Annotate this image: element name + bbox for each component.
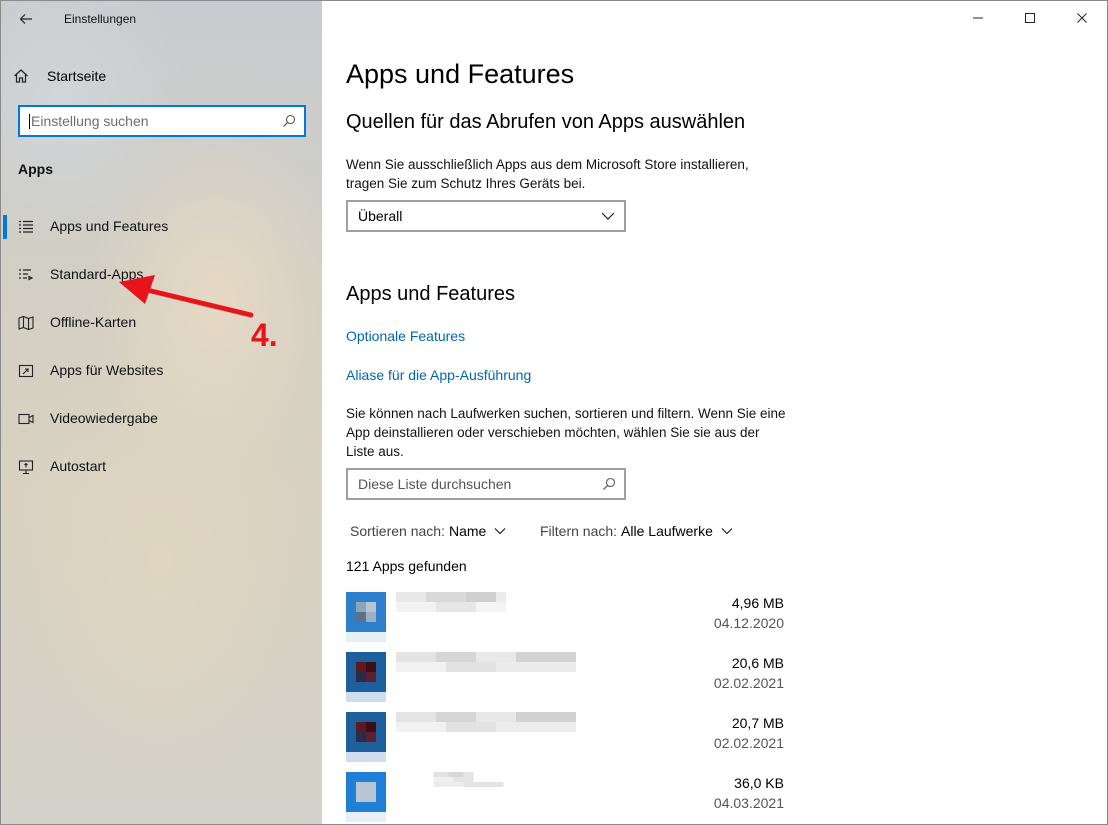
sidebar-item-label: Offline-Karten	[50, 314, 137, 330]
app-list-item[interactable]: 20,6 MB 02.02.2021	[346, 652, 786, 712]
app-list-item[interactable]: 36,0 KB 04.03.2021	[346, 772, 786, 824]
text-caret	[29, 114, 30, 129]
sidebar-item-apps-for-websites[interactable]: Apps für Websites	[1, 347, 322, 395]
apps-features-icon	[19, 220, 33, 233]
apps-description-line3: Liste aus.	[346, 444, 404, 459]
app-list-search-placeholder: Diese Liste durchsuchen	[358, 476, 512, 492]
sidebar-item-label: Standard-Apps	[50, 266, 144, 282]
sort-label: Sortieren nach:	[350, 523, 445, 539]
default-apps-icon	[19, 269, 34, 281]
back-arrow-icon	[19, 14, 32, 24]
maximize-icon	[1025, 13, 1035, 23]
home-icon	[14, 69, 28, 83]
redacted-app-name	[396, 592, 506, 612]
filter-label: Filtern nach:	[540, 523, 618, 539]
home-label: Startseite	[47, 68, 107, 84]
back-button[interactable]	[13, 7, 39, 31]
maximize-button[interactable]	[1004, 1, 1056, 35]
settings-search-input[interactable]: Einstellung suchen	[18, 105, 306, 137]
window-title: Einstellungen	[64, 12, 137, 26]
redacted-app-name	[433, 772, 504, 787]
app-icon	[346, 712, 386, 762]
sidebar: Einstellungen Startseite Einstellung suc…	[1, 1, 322, 824]
close-icon	[1077, 13, 1087, 23]
redacted-app-name	[396, 652, 576, 672]
sidebar-item-label: Autostart	[50, 458, 107, 474]
title-bar: Einstellungen	[1, 1, 322, 37]
chevron-down-icon	[721, 528, 733, 535]
sidebar-item-default-apps[interactable]: Standard-Apps	[1, 251, 322, 299]
app-size: 4,96 MB	[731, 595, 784, 611]
app-install-date: 02.02.2021	[713, 675, 784, 691]
video-icon	[18, 413, 34, 425]
optional-features-link[interactable]: Optionale Features	[346, 328, 465, 344]
sidebar-section-title: Apps	[18, 161, 53, 177]
dropdown-value: Überall	[358, 208, 403, 224]
app-install-date: 04.03.2021	[713, 795, 784, 811]
sources-heading: Quellen für das Abrufen von Apps auswähl…	[346, 111, 746, 133]
redacted-app-name	[396, 712, 576, 732]
app-icon	[346, 772, 386, 822]
search-icon	[603, 477, 616, 490]
selection-indicator	[3, 215, 7, 239]
app-install-date: 04.12.2020	[713, 615, 784, 631]
settings-search-placeholder: Einstellung suchen	[31, 113, 149, 129]
sources-description-line1: Wenn Sie ausschließlich Apps aus dem Mic…	[346, 157, 749, 172]
chevron-down-icon	[494, 528, 506, 535]
startup-icon	[18, 460, 34, 475]
search-icon	[283, 114, 296, 127]
app-execution-alias-link[interactable]: Aliase für die App-Ausführung	[346, 367, 531, 383]
sidebar-item-apps-features[interactable]: Apps und Features	[1, 203, 322, 251]
sort-dropdown[interactable]: Sortieren nach: Name	[350, 523, 506, 539]
map-icon	[18, 315, 34, 331]
app-list-item[interactable]: 4,96 MB 04.12.2020	[346, 592, 786, 652]
sources-description-line2: tragen Sie zum Schutz Ihres Geräts bei.	[346, 176, 586, 191]
settings-window: Einstellungen Startseite Einstellung suc…	[0, 0, 1108, 825]
sidebar-item-video-playback[interactable]: Videowiedergabe	[1, 395, 322, 443]
filter-value: Alle Laufwerke	[621, 523, 713, 539]
sidebar-item-label: Videowiedergabe	[50, 410, 158, 426]
app-source-dropdown[interactable]: Überall	[346, 200, 626, 232]
minimize-icon	[973, 17, 983, 19]
sidebar-item-offline-maps[interactable]: Offline-Karten	[1, 299, 322, 347]
app-count: 121 Apps gefunden	[346, 558, 467, 574]
main-content: Apps und Features Quellen für das Abrufe…	[322, 1, 1107, 824]
app-size: 36,0 KB	[734, 775, 784, 791]
app-list-item[interactable]: 20,7 MB 02.02.2021	[346, 712, 786, 772]
sidebar-item-startup[interactable]: Autostart	[1, 443, 322, 491]
close-button[interactable]	[1056, 1, 1107, 35]
chevron-down-icon	[601, 212, 615, 220]
page-title: Apps und Features	[346, 59, 575, 89]
sort-value: Name	[448, 523, 487, 539]
apps-description-line1: Sie können nach Laufwerken suchen, sorti…	[346, 406, 786, 421]
app-size: 20,7 MB	[731, 715, 784, 731]
app-install-date: 02.02.2021	[713, 735, 784, 751]
home-nav-item[interactable]: Startseite	[13, 63, 106, 89]
app-icon	[346, 652, 386, 702]
window-controls	[952, 1, 1107, 35]
apps-features-heading: Apps und Features	[346, 283, 515, 305]
app-size: 20,6 MB	[731, 655, 784, 671]
app-list-search-input[interactable]: Diese Liste durchsuchen	[346, 468, 626, 500]
sidebar-item-label: Apps für Websites	[50, 362, 164, 378]
filter-dropdown[interactable]: Filtern nach: Alle Laufwerke	[540, 523, 733, 539]
sidebar-item-label: Apps und Features	[50, 218, 169, 234]
web-apps-icon	[18, 364, 34, 378]
apps-description-line2: App deinstallieren oder verschieben möch…	[346, 425, 760, 440]
minimize-button[interactable]	[952, 1, 1004, 35]
app-icon	[346, 592, 386, 642]
